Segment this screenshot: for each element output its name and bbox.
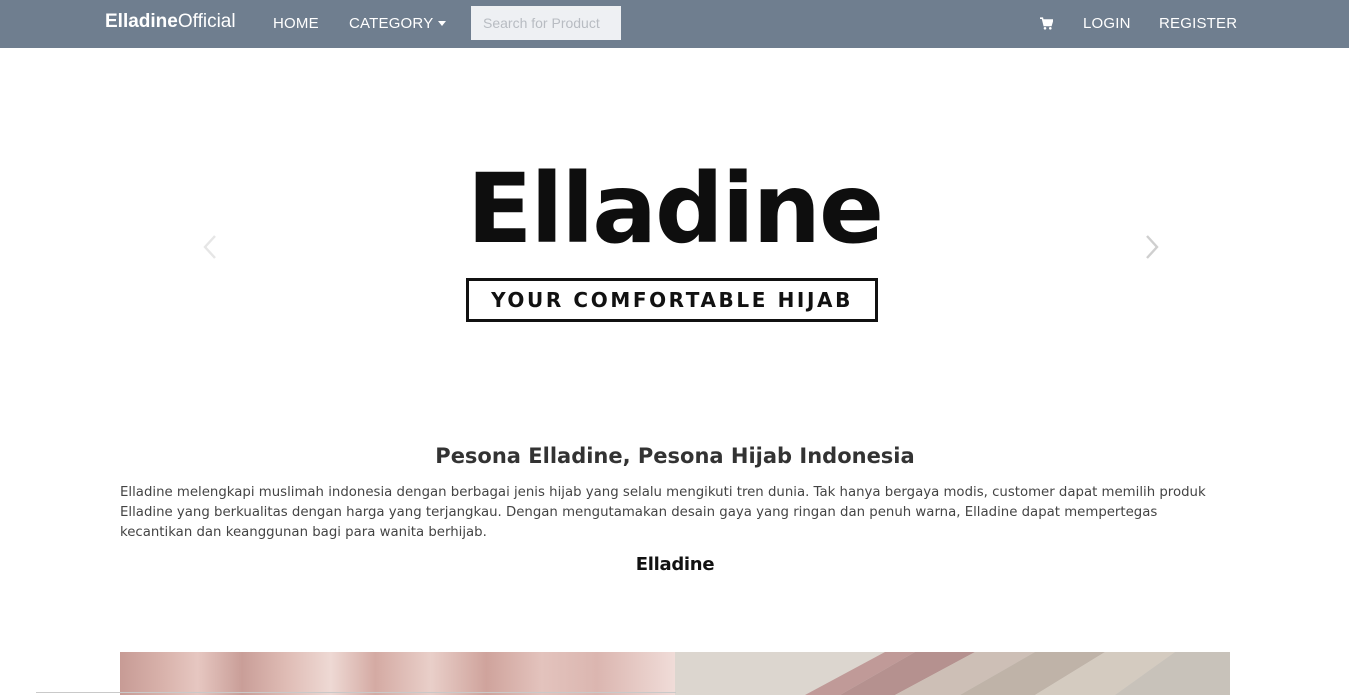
shopping-cart-icon[interactable] bbox=[1040, 17, 1054, 30]
brand-logo-link[interactable]: ElladineOfficial bbox=[105, 11, 236, 33]
nav-home-link[interactable]: HOME bbox=[273, 15, 319, 32]
carousel-next-button[interactable] bbox=[1143, 234, 1161, 260]
search-input[interactable] bbox=[471, 6, 621, 40]
hero-logo-tagline: YOUR COMFORTABLE HIJAB bbox=[491, 288, 853, 312]
nav-category-dropdown[interactable]: CATEGORY bbox=[349, 15, 447, 32]
chevron-right-icon bbox=[1146, 235, 1159, 259]
hero-carousel: Elladine YOUR COMFORTABLE HIJAB bbox=[0, 48, 1349, 438]
page-divider-line bbox=[36, 692, 676, 693]
hero-logo-word: Elladine bbox=[466, 153, 884, 265]
about-heading: Pesona Elladine, Pesona Hijab Indonesia bbox=[435, 444, 915, 468]
hero-brand-logo: Elladine YOUR COMFORTABLE HIJAB bbox=[447, 153, 902, 323]
product-image-fabric-folds bbox=[675, 652, 1230, 695]
chevron-left-icon bbox=[203, 235, 216, 259]
carousel-prev-button[interactable] bbox=[201, 234, 219, 260]
hero-logo-tagline-box: YOUR COMFORTABLE HIJAB bbox=[466, 278, 878, 322]
nav-login-link[interactable]: LOGIN bbox=[1083, 15, 1131, 32]
caret-down-icon bbox=[438, 20, 447, 26]
about-signature: Elladine bbox=[635, 554, 715, 575]
product-banner[interactable] bbox=[120, 652, 1230, 695]
brand-bold-text: Elladine bbox=[105, 11, 178, 32]
fabric-folds-graphic bbox=[675, 652, 1230, 695]
about-description: Elladine melengkapi muslimah indonesia d… bbox=[120, 485, 1206, 540]
nav-register-link[interactable]: REGISTER bbox=[1159, 15, 1237, 32]
product-image-pink-hijab bbox=[120, 652, 675, 695]
brand-rest-text: Official bbox=[177, 11, 236, 32]
nav-category-label: CATEGORY bbox=[349, 15, 434, 32]
top-navbar: ElladineOfficial HOME CATEGORY LOGIN REG… bbox=[0, 0, 1349, 48]
